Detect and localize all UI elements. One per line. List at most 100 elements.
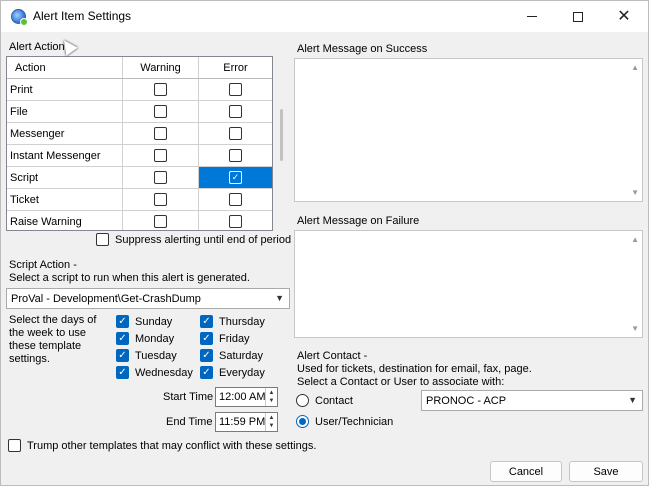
end-time-picker[interactable]: 11:59 PM ▲ ▼ xyxy=(215,412,278,432)
checkbox-box[interactable]: ✓ xyxy=(116,332,129,345)
contact-radio-label: Contact xyxy=(315,394,353,407)
action-name: Instant Messenger xyxy=(7,145,123,166)
column-header-action[interactable]: Action xyxy=(7,57,123,78)
suppress-box[interactable] xyxy=(96,233,109,246)
day-checkbox-tuesday[interactable]: ✓ Tuesday xyxy=(116,349,177,362)
checkbox-box[interactable]: ✓ xyxy=(200,332,213,345)
checkbox-box[interactable]: ✓ xyxy=(200,366,213,379)
error-checkbox[interactable] xyxy=(229,105,242,118)
days-description-3: these template xyxy=(9,340,82,352)
trump-box[interactable] xyxy=(8,439,21,452)
error-cell[interactable] xyxy=(199,101,272,122)
day-label: Everyday xyxy=(219,366,265,379)
grid-scrollbar[interactable] xyxy=(280,109,283,161)
warning-checkbox[interactable] xyxy=(154,105,167,118)
day-label: Wednesday xyxy=(135,366,193,379)
save-button[interactable]: Save xyxy=(569,461,643,482)
alert-item-settings-window: Alert Item Settings ✕ Alert Action Actio… xyxy=(0,0,649,486)
app-icon xyxy=(11,9,28,26)
day-checkbox-friday[interactable]: ✓ Friday xyxy=(200,332,250,345)
checkbox-box[interactable]: ✓ xyxy=(200,315,213,328)
checkbox-box[interactable]: ✓ xyxy=(116,349,129,362)
minimize-button[interactable] xyxy=(509,1,555,32)
warning-cell[interactable] xyxy=(123,211,199,230)
day-checkbox-monday[interactable]: ✓ Monday xyxy=(116,332,174,345)
warning-cell[interactable] xyxy=(123,123,199,144)
suppress-label: Suppress alerting until end of period xyxy=(115,233,292,246)
error-checkbox[interactable] xyxy=(229,127,242,140)
failure-message-input[interactable]: ▲ ▼ xyxy=(294,230,643,338)
checkbox-box[interactable]: ✓ xyxy=(116,315,129,328)
error-checkbox[interactable] xyxy=(229,215,242,228)
error-checkbox[interactable] xyxy=(229,149,242,162)
warning-cell[interactable] xyxy=(123,101,199,122)
contact-select[interactable]: PRONOC - ACP ▼ xyxy=(421,390,643,411)
start-time-value: 12:00 AM xyxy=(219,391,266,403)
action-name: Messenger xyxy=(7,123,123,144)
scroll-down-icon[interactable]: ▼ xyxy=(631,188,639,197)
column-header-warning[interactable]: Warning xyxy=(123,57,199,78)
day-checkbox-everyday[interactable]: ✓ Everyday xyxy=(200,366,265,379)
scroll-up-icon[interactable]: ▲ xyxy=(631,63,639,72)
failure-message-label: Alert Message on Failure xyxy=(297,215,420,227)
checkbox-box[interactable]: ✓ xyxy=(116,366,129,379)
day-checkbox-thursday[interactable]: ✓ Thursday xyxy=(200,315,265,328)
error-cell[interactable] xyxy=(199,211,272,230)
warning-cell[interactable] xyxy=(123,167,199,188)
error-checkbox[interactable] xyxy=(229,83,242,96)
warning-checkbox[interactable] xyxy=(154,83,167,96)
success-message-input[interactable]: ▲ ▼ xyxy=(294,58,643,202)
chevron-down-icon: ▼ xyxy=(275,293,284,303)
day-checkbox-sunday[interactable]: ✓ Sunday xyxy=(116,315,172,328)
day-label: Friday xyxy=(219,332,250,345)
script-select-value: ProVal - Development\Get-CrashDump xyxy=(11,292,201,305)
close-button[interactable]: ✕ xyxy=(601,1,647,32)
days-description-1: Select the days of xyxy=(9,314,97,326)
user-technician-radio[interactable]: User/Technician xyxy=(296,415,393,428)
success-scrollbar[interactable]: ▲ ▼ xyxy=(627,59,642,201)
script-select[interactable]: ProVal - Development\Get-CrashDump ▼ xyxy=(6,288,290,309)
cancel-button[interactable]: Cancel xyxy=(490,461,562,482)
alert-contact-line1: Used for tickets, destination for email,… xyxy=(297,363,532,375)
scroll-down-icon[interactable]: ▼ xyxy=(631,324,639,333)
warning-checkbox[interactable] xyxy=(154,149,167,162)
grid-header: Action Warning Error xyxy=(7,57,272,79)
warning-checkbox[interactable] xyxy=(154,127,167,140)
user-technician-radio-circle[interactable] xyxy=(296,415,309,428)
warning-checkbox[interactable] xyxy=(154,215,167,228)
scroll-up-icon[interactable]: ▲ xyxy=(631,235,639,244)
trump-checkbox[interactable]: Trump other templates that may conflict … xyxy=(8,439,316,452)
column-header-error[interactable]: Error xyxy=(199,57,272,78)
warning-cell[interactable] xyxy=(123,145,199,166)
contact-radio-circle[interactable] xyxy=(296,394,309,407)
day-checkbox-saturday[interactable]: ✓ Saturday xyxy=(200,349,263,362)
error-cell[interactable] xyxy=(199,123,272,144)
error-cell[interactable] xyxy=(199,79,272,100)
warning-checkbox[interactable] xyxy=(154,171,167,184)
maximize-button[interactable] xyxy=(555,1,601,32)
action-name: Raise Warning xyxy=(7,211,123,230)
table-row: File xyxy=(7,101,272,123)
error-cell[interactable] xyxy=(199,189,272,210)
day-label: Saturday xyxy=(219,349,264,362)
day-label: Monday xyxy=(135,332,175,345)
error-checkbox[interactable]: ✓ xyxy=(229,171,242,184)
failure-scrollbar[interactable]: ▲ ▼ xyxy=(627,231,642,337)
table-row: Messenger xyxy=(7,123,272,145)
day-checkbox-wednesday[interactable]: ✓ Wednesday xyxy=(116,366,193,379)
start-time-picker[interactable]: 12:00 AM ▲ ▼ xyxy=(215,387,278,407)
checkbox-box[interactable]: ✓ xyxy=(200,349,213,362)
error-checkbox[interactable] xyxy=(229,193,242,206)
alert-action-grid: Action Warning Error Print File Messenger Inst… xyxy=(6,56,273,231)
error-cell[interactable]: ✓ xyxy=(199,167,272,188)
end-time-spinner[interactable]: ▲ ▼ xyxy=(265,413,277,431)
days-description-2: the week to use xyxy=(9,327,87,339)
suppress-checkbox[interactable]: Suppress alerting until end of period xyxy=(96,233,291,246)
contact-radio[interactable]: Contact xyxy=(296,394,353,407)
start-time-spinner[interactable]: ▲ ▼ xyxy=(265,388,277,406)
error-cell[interactable] xyxy=(199,145,272,166)
warning-cell[interactable] xyxy=(123,79,199,100)
warning-checkbox[interactable] xyxy=(154,193,167,206)
table-row: Print xyxy=(7,79,272,101)
warning-cell[interactable] xyxy=(123,189,199,210)
